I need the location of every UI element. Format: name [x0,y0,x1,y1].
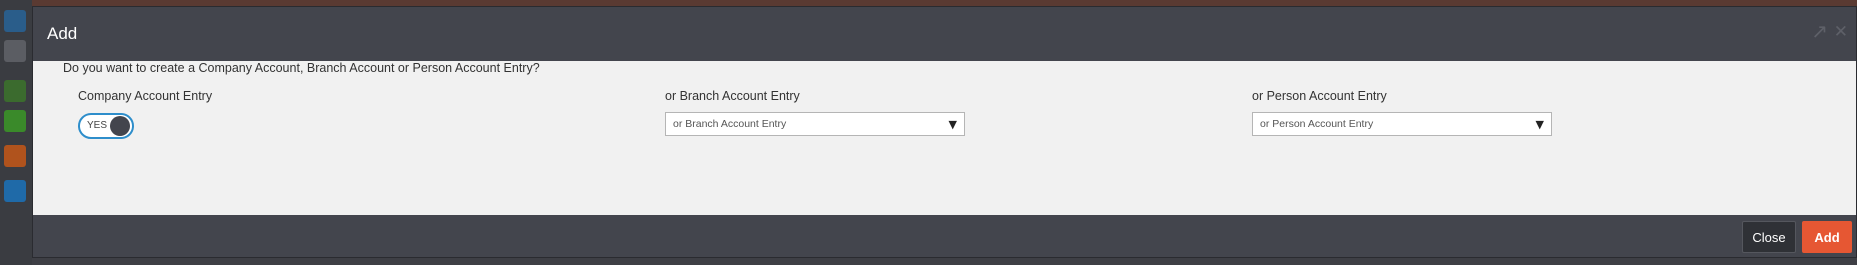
chevron-down-icon: ▼ [948,118,957,131]
person-select-value: or Person Account Entry [1260,118,1374,130]
add-button[interactable]: Add [1802,221,1852,253]
dialog-header: Add ↗ ✕ [33,7,1856,61]
branch-entry-select[interactable]: or Branch Account Entry ▼ [665,112,965,136]
close-button[interactable]: Close [1742,221,1796,253]
pin-icon[interactable]: ↗ [1811,21,1828,41]
background-sidebar [0,0,32,265]
toggle-state-text: YES [87,120,108,131]
branch-entry-label: or Branch Account Entry [665,89,800,103]
toggle-knob [110,116,130,136]
company-entry-toggle[interactable]: YES [78,113,134,139]
branch-select-value: or Branch Account Entry [673,118,787,130]
background-app-icon [4,80,26,102]
background-app-icon [4,180,26,202]
company-entry-label: Company Account Entry [78,89,213,103]
add-dialog: Add ↗ ✕ Do you want to create a Company … [32,6,1857,258]
dialog-title: Add [47,24,78,43]
background-app-icon [4,110,26,132]
dialog-footer: Close Add [33,215,1856,257]
background-user-icon [4,40,26,62]
background-bottom-strip [32,258,1857,265]
chevron-down-icon: ▼ [1535,118,1544,131]
entry-type-question: Do you want to create a Company Account,… [63,61,540,75]
person-entry-select[interactable]: or Person Account Entry ▼ [1252,112,1552,136]
dialog-body [33,61,1856,218]
background-app-icon [4,145,26,167]
person-entry-label: or Person Account Entry [1252,89,1387,103]
close-icon[interactable]: ✕ [1834,22,1848,42]
background-app-icon [4,10,26,32]
